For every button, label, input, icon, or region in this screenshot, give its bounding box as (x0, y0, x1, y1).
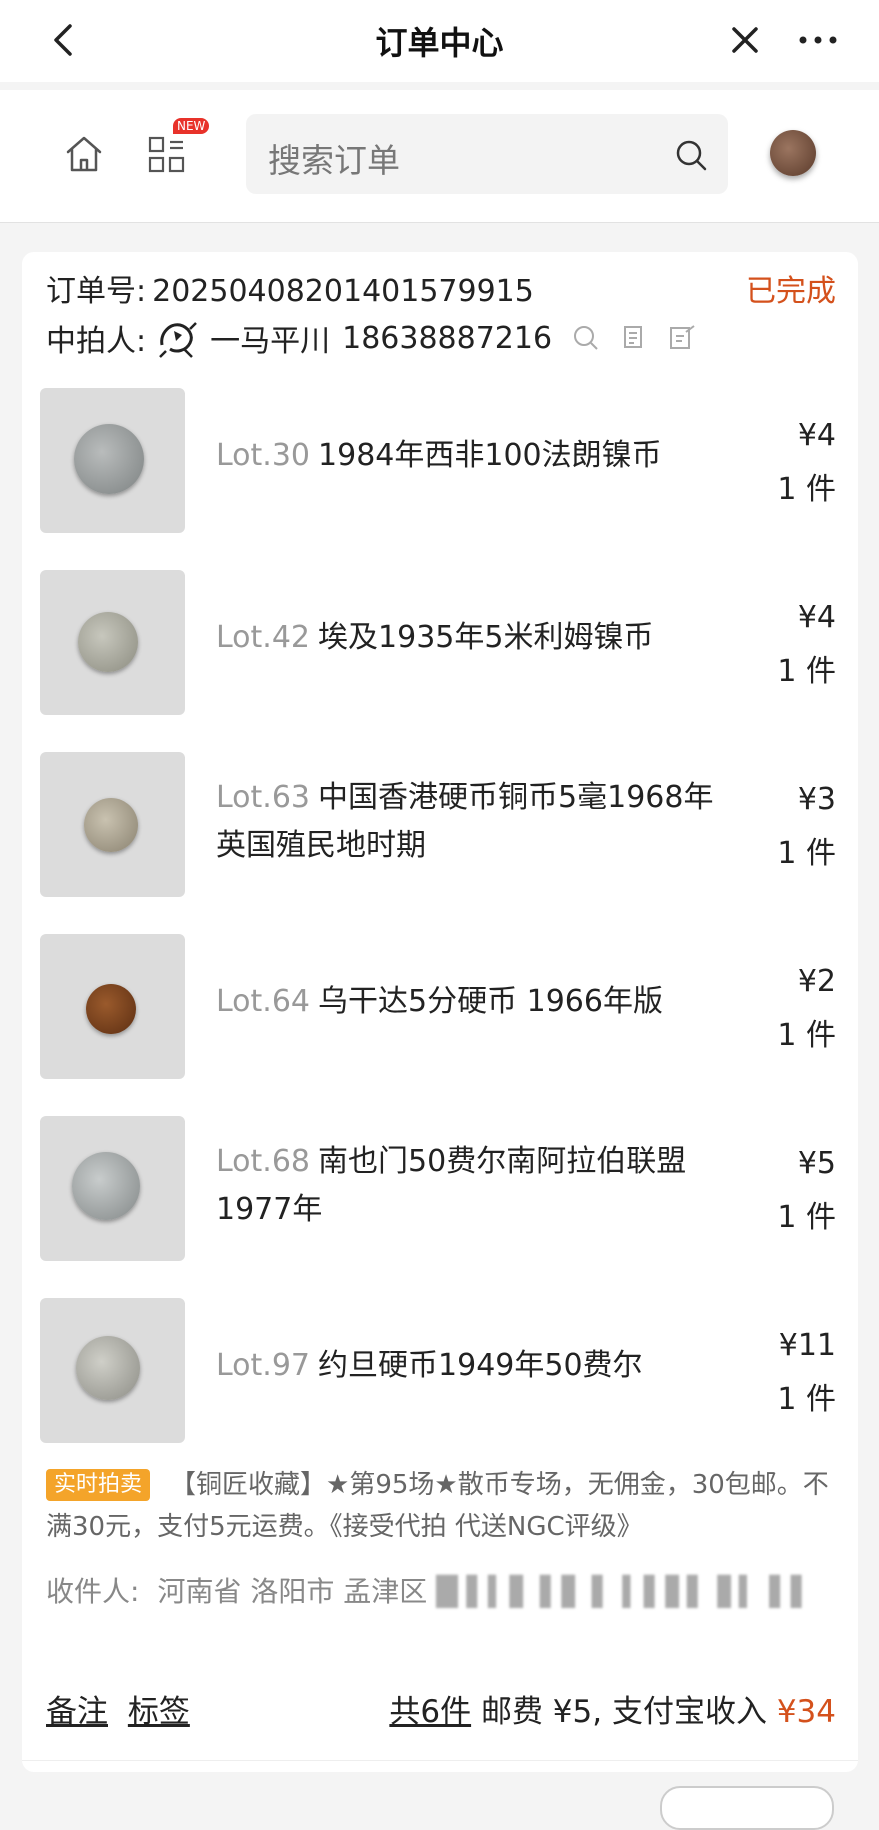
item-title: Lot.64 乌干达5分硬币 1966年版 (216, 978, 736, 1026)
order-summary-row: 备注 标签 共6件 邮费 ¥5, 支付宝收入 ¥34 (46, 1686, 836, 1736)
receiver-label: 收件人: (46, 1575, 140, 1608)
live-auction-tag: 实时拍卖 (46, 1469, 151, 1501)
bottom-action-button[interactable] (660, 1786, 834, 1830)
shop-avatar[interactable] (770, 130, 816, 176)
list-item[interactable]: Lot.97 约旦硬币1949年50费尔 ¥11 1 件 (22, 1298, 858, 1444)
item-name: 埃及1935年5米利姆镍币 (318, 620, 654, 655)
note-link[interactable]: 备注 (46, 1694, 108, 1730)
edit-note-icon[interactable] (668, 324, 696, 352)
close-icon[interactable] (725, 20, 765, 60)
list-item[interactable]: Lot.42 埃及1935年5米利姆镍币 ¥4 1 件 (22, 570, 858, 716)
item-thumbnail[interactable] (40, 570, 185, 715)
search-icon[interactable] (674, 138, 708, 172)
item-title: Lot.63 中国香港硬币铜币5毫1968年英国殖民地时期 (216, 774, 736, 870)
search-header: NEW 搜索订单 (0, 90, 879, 223)
item-quantity: 1 件 (777, 836, 836, 871)
copy-icon[interactable] (620, 324, 648, 352)
new-badge: NEW (173, 118, 210, 134)
item-price: ¥5 (797, 1146, 836, 1181)
order-number-row: 订单号: 20250408201401579915 (46, 266, 534, 310)
order-number-label: 订单号: (46, 274, 147, 309)
search-input[interactable]: 搜索订单 (246, 114, 728, 194)
item-quantity: 1 件 (777, 472, 836, 507)
item-thumbnail[interactable] (40, 388, 185, 533)
item-title: Lot.68 南也门50费尔南阿拉伯联盟1977年 (216, 1138, 736, 1234)
coin-image (84, 798, 138, 852)
item-quantity: 1 件 (777, 654, 836, 689)
item-name: 约旦硬币1949年50费尔 (318, 1348, 643, 1383)
list-item[interactable]: Lot.30 1984年西非100法朗镍币 ¥4 1 件 (22, 388, 858, 534)
auction-description: 【铜匠收藏】★第95场★散币专场，无佣金，30包邮。不满30元，支付5元运费。《… (46, 1470, 829, 1542)
buyer-phone: 18638887216 (342, 320, 553, 356)
order-status: 已完成 (746, 274, 836, 309)
total-amount: ¥34 (776, 1694, 836, 1730)
lot-number: Lot.30 (216, 438, 311, 473)
item-quantity: 1 件 (777, 1200, 836, 1235)
coin-image (76, 1336, 140, 1400)
item-quantity: 1 件 (777, 1018, 836, 1053)
order-card: 订单号: 20250408201401579915 已完成 中拍人: 一马平川 1… (22, 252, 858, 1772)
lot-number: Lot.63 (216, 780, 311, 815)
item-price: ¥4 (797, 600, 836, 635)
lot-number: Lot.64 (216, 984, 311, 1019)
lot-number: Lot.42 (216, 620, 311, 655)
coin-image (86, 984, 136, 1034)
top-bar: 订单中心 (0, 0, 879, 82)
item-count-link[interactable]: 共6件 (389, 1694, 471, 1730)
lot-number: Lot.97 (216, 1348, 311, 1383)
list-item[interactable]: Lot.68 南也门50费尔南阿拉伯联盟1977年 ¥5 1 件 (22, 1116, 858, 1262)
buyer-label: 中拍人: (46, 324, 147, 359)
receiver-address: 河南省 洛阳市 孟津区 (157, 1575, 428, 1608)
lot-number: Lot.68 (216, 1144, 311, 1179)
home-icon[interactable] (62, 132, 106, 176)
search-buyer-icon[interactable] (572, 324, 600, 352)
tag-link[interactable]: 标签 (128, 1694, 190, 1730)
order-number: 20250408201401579915 (152, 274, 534, 309)
coin-image (72, 1152, 140, 1220)
divider (22, 1760, 858, 1761)
receiver-info: 收件人: 河南省 洛阳市 孟津区 █ ▌▍▋ ▌▋ ▌ ▍▌▋▌ ▋▍ ▌▌ (46, 1570, 846, 1670)
item-thumbnail[interactable] (40, 1298, 185, 1443)
shipping-text: 邮费 ¥5, 支付宝收入 (480, 1694, 767, 1730)
list-item[interactable]: Lot.64 乌干达5分硬币 1966年版 ¥2 1 件 (22, 934, 858, 1080)
item-quantity: 1 件 (777, 1382, 836, 1417)
item-price: ¥11 (778, 1328, 836, 1363)
item-title: Lot.42 埃及1935年5米利姆镍币 (216, 614, 736, 662)
buyer-name: 一马平川 (210, 324, 331, 359)
redacted-address: █ ▌▍▋ ▌▋ ▌ ▍▌▋▌ ▋▍ ▌▌ (436, 1575, 813, 1608)
dragon-avatar-icon (159, 322, 197, 358)
item-title: Lot.97 约旦硬币1949年50费尔 (216, 1342, 736, 1390)
more-options-icon[interactable] (795, 20, 841, 60)
order-total: 共6件 邮费 ¥5, 支付宝收入 ¥34 (389, 1686, 836, 1731)
item-name: 乌干达5分硬币 1966年版 (318, 984, 663, 1019)
item-price: ¥4 (797, 418, 836, 453)
item-thumbnail[interactable] (40, 1116, 185, 1261)
item-thumbnail[interactable] (40, 752, 185, 897)
item-price: ¥2 (797, 964, 836, 999)
buyer-row: 中拍人: 一马平川 18638887216 (46, 314, 696, 362)
search-placeholder: 搜索订单 (268, 141, 400, 180)
coin-image (74, 424, 144, 494)
item-thumbnail[interactable] (40, 934, 185, 1079)
list-item[interactable]: Lot.63 中国香港硬币铜币5毫1968年英国殖民地时期 ¥3 1 件 (22, 752, 858, 898)
item-title: Lot.30 1984年西非100法朗镍币 (216, 432, 736, 480)
auction-info: 实时拍卖 【铜匠收藏】★第95场★散币专场，无佣金，30包邮。不满30元，支付5元… (46, 1464, 846, 1548)
item-name: 1984年西非100法朗镍币 (318, 438, 662, 473)
item-price: ¥3 (797, 782, 836, 817)
coin-image (78, 612, 138, 672)
apps-grid-icon[interactable] (148, 132, 188, 176)
